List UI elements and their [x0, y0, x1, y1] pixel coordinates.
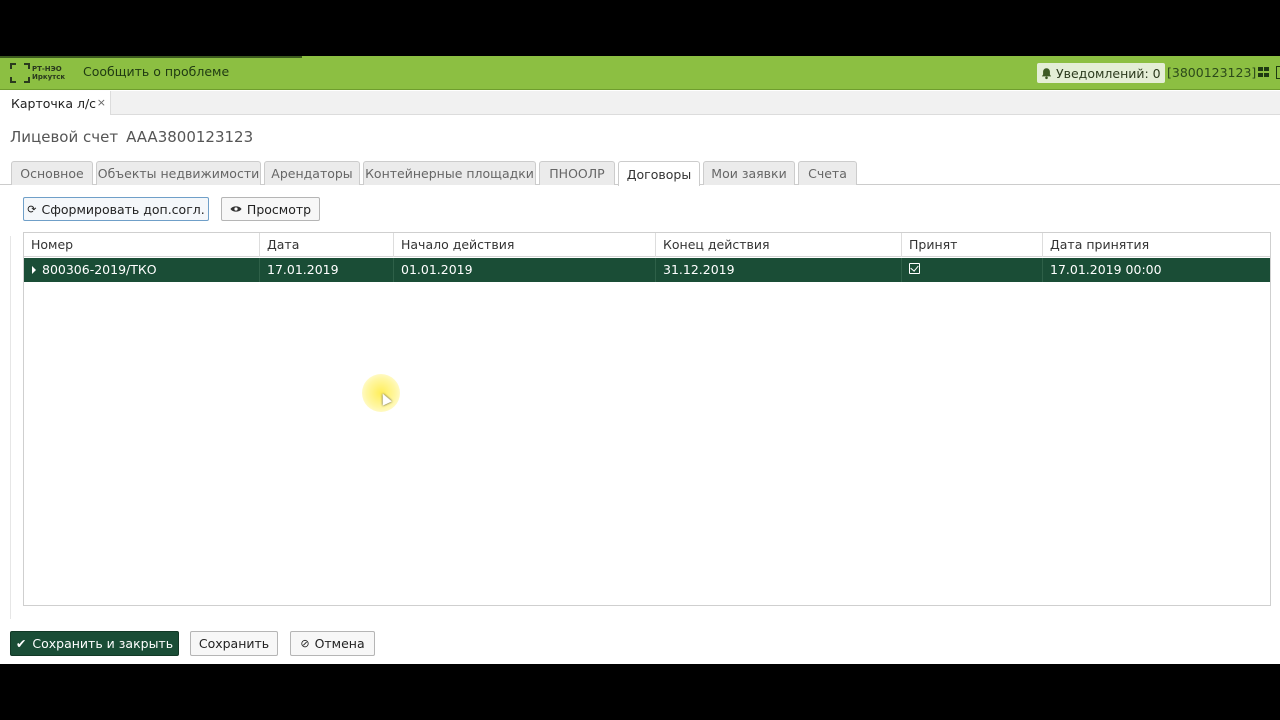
check-icon: ✔	[15, 636, 27, 651]
save-and-close-label: Сохранить и закрыть	[32, 636, 174, 651]
save-label: Сохранить	[198, 636, 270, 651]
tab-real-estate[interactable]: Объекты недвижимости	[96, 161, 261, 185]
generate-addendum-button[interactable]: ⟳ Сформировать доп.согл.	[23, 197, 209, 221]
company-logo[interactable]: РТ-НЭО Иркутск	[10, 63, 65, 83]
cell-start: 01.01.2019	[394, 258, 656, 282]
logo-line2: Иркутск	[32, 73, 66, 81]
column-header-accepted-date[interactable]: Дата принятия	[1043, 233, 1270, 257]
doc-tab-account-card[interactable]: Карточка л/с ×	[0, 91, 111, 115]
logo-text: РТ-НЭО Иркутск	[32, 65, 65, 81]
save-button[interactable]: Сохранить	[190, 631, 278, 656]
cancel-label: Отмена	[314, 636, 365, 651]
top-bar: РТ-НЭО Иркутск Сообщить о проблеме Уведо…	[0, 56, 1280, 90]
checked-checkbox-icon	[909, 263, 920, 274]
bell-icon	[1041, 67, 1052, 79]
view-button[interactable]: Просмотр	[221, 197, 320, 221]
cell-accepted	[902, 258, 1043, 282]
loading-bar	[0, 56, 302, 58]
cancel-button[interactable]: ⊘ Отмена	[290, 631, 375, 656]
current-account-number[interactable]: [3800123123]	[1167, 65, 1256, 80]
cell-accepted-date: 17.01.2019 00:00	[1050, 262, 1162, 277]
contracts-table: Номер Дата Начало действия Конец действи…	[23, 232, 1271, 606]
logo-line1: РТ-НЭО	[32, 65, 62, 73]
generate-addendum-label: Сформировать доп.согл.	[41, 201, 205, 217]
column-header-accepted[interactable]: Принят	[902, 233, 1043, 257]
document-tab-strip: Карточка л/с ×	[0, 91, 1280, 115]
notifications-button[interactable]: Уведомлений: 0	[1037, 63, 1165, 83]
column-header-number[interactable]: Номер	[24, 233, 260, 257]
section-tabs: Основное Объекты недвижимости Арендаторы…	[0, 160, 1280, 186]
report-problem-link[interactable]: Сообщить о проблеме	[83, 64, 229, 79]
tab-tenants[interactable]: Арендаторы	[264, 161, 360, 185]
save-and-close-button[interactable]: ✔ Сохранить и закрыть	[10, 631, 179, 656]
page-title-account: AAA3800123123	[126, 128, 254, 146]
column-header-start[interactable]: Начало действия	[394, 233, 656, 257]
page-title-label: Лицевой счет	[10, 128, 119, 146]
tab-container-sites[interactable]: Контейнерные площадки	[363, 161, 536, 185]
overflow-edge-icon[interactable]	[1276, 66, 1280, 79]
tab-main[interactable]: Основное	[11, 161, 93, 185]
cell-date: 17.01.2019	[260, 258, 394, 282]
content-left-border	[10, 236, 11, 619]
tab-pnoolr[interactable]: ПНООЛР	[539, 161, 615, 185]
tab-my-requests[interactable]: Мои заявки	[703, 161, 795, 185]
page-title: Лицевой счет AAA3800123123	[10, 128, 253, 146]
cell-number: 800306-2019/ТКО	[24, 258, 260, 282]
cancel-circle-icon: ⊘	[300, 637, 310, 650]
app-window: РТ-НЭО Иркутск Сообщить о проблеме Уведо…	[0, 56, 1280, 664]
tab-invoices[interactable]: Счета	[798, 161, 857, 185]
cell-end: 31.12.2019	[656, 258, 902, 282]
contract-number: 800306-2019/ТКО	[42, 262, 157, 277]
table-header: Номер Дата Начало действия Конец действи…	[24, 233, 1270, 257]
table-row[interactable]: 800306-2019/ТКО 17.01.2019 01.01.2019 31…	[24, 258, 1270, 282]
close-icon[interactable]: ×	[97, 96, 106, 109]
view-label: Просмотр	[246, 201, 312, 217]
notifications-label: Уведомлений: 0	[1056, 65, 1161, 81]
eye-icon	[230, 206, 242, 212]
doc-tab-label: Карточка л/с	[11, 95, 97, 111]
expand-triangle-icon[interactable]	[32, 266, 36, 274]
refresh-icon: ⟳	[27, 202, 37, 216]
column-header-date[interactable]: Дата	[260, 233, 394, 257]
apps-grid-icon[interactable]	[1258, 67, 1270, 78]
column-header-end[interactable]: Конец действия	[656, 233, 902, 257]
tab-contracts[interactable]: Договоры	[618, 161, 700, 186]
logo-mark-icon	[10, 63, 30, 83]
